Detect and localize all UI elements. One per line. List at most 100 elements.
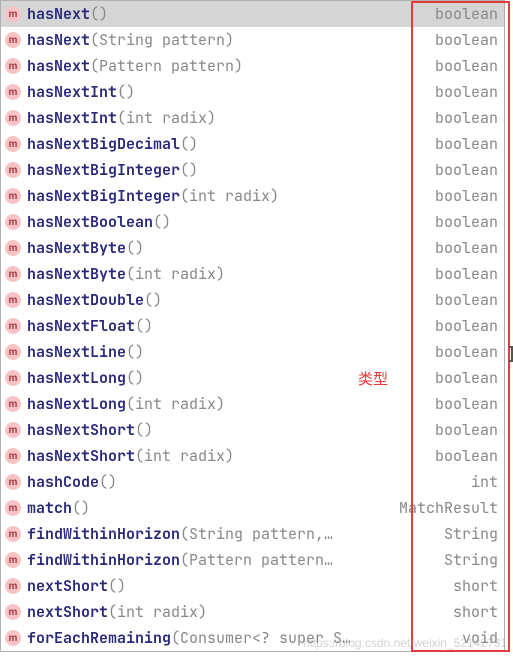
method-params: (int radix)	[180, 186, 279, 206]
method-params: ()	[135, 420, 153, 440]
method-params: ()	[135, 316, 153, 336]
method-params: ()	[144, 290, 162, 310]
method-params: ()	[90, 4, 108, 24]
completion-item[interactable]: m hasNextBoolean() boolean	[1, 209, 504, 235]
completion-item[interactable]: m nextShort(int radix) short	[1, 599, 504, 625]
method-name: hasNextShort	[27, 420, 135, 440]
return-type: boolean	[427, 108, 498, 128]
completion-item[interactable]: mhasNextShort()boolean	[1, 417, 504, 443]
method-name: hasNextByte	[27, 238, 126, 258]
method-params: ()	[108, 576, 126, 596]
method-params: ()	[117, 82, 135, 102]
method-params: ()	[180, 160, 198, 180]
method-icon: m	[5, 84, 21, 100]
completion-item[interactable]: m hasNextBigInteger() boolean	[1, 157, 504, 183]
method-params: (String pattern,…	[180, 524, 333, 544]
return-type: String	[436, 524, 498, 544]
method-name: hasNext	[27, 30, 90, 50]
completion-item[interactable]: mforEachRemaining(Consumer<? super S…voi…	[1, 625, 504, 651]
method-params: (int radix)	[126, 394, 225, 414]
return-type: void	[454, 628, 498, 648]
method-icon: m	[5, 136, 21, 152]
completion-item[interactable]: mhasNext(Pattern pattern)boolean	[1, 53, 504, 79]
method-name: hasNextBoolean	[27, 212, 153, 232]
completion-item[interactable]: m hasNextShort(int radix) boolean	[1, 443, 504, 469]
completion-item[interactable]: mhasNextByte(int radix)boolean	[1, 261, 504, 287]
method-params: (int radix)	[117, 108, 216, 128]
method-icon: m	[5, 630, 21, 646]
method-params: (int radix)	[135, 446, 234, 466]
method-params: (Pattern pattern…	[180, 550, 333, 570]
return-type: boolean	[427, 4, 498, 24]
method-params: ()	[153, 212, 171, 232]
method-params: (Pattern pattern)	[90, 56, 243, 76]
method-name: hasNextLong	[27, 394, 126, 414]
method-icon: m	[5, 240, 21, 256]
completion-item[interactable]: m findWithinHorizon(String pattern,… Strin…	[1, 521, 504, 547]
method-params: (int radix)	[126, 264, 225, 284]
method-icon: m	[5, 162, 21, 178]
return-type: String	[436, 550, 498, 570]
method-icon: m	[5, 6, 21, 22]
return-type: boolean	[427, 446, 498, 466]
return-type: boolean	[427, 160, 498, 180]
completion-item[interactable]: m findWithinHorizon(Pattern pattern… Strin…	[1, 547, 504, 573]
method-icon: m	[5, 344, 21, 360]
completion-item[interactable]: mnextShort()short	[1, 573, 504, 599]
method-params: ()	[126, 238, 144, 258]
return-type: MatchResult	[391, 498, 498, 518]
method-icon: m	[5, 396, 21, 412]
completion-item[interactable]: mhasNextDouble()boolean	[1, 287, 504, 313]
return-type: boolean	[427, 316, 498, 336]
completion-item[interactable]: mhasNext(String pattern)boolean	[1, 27, 504, 53]
method-params: ()	[99, 472, 117, 492]
method-name: hasNextShort	[27, 446, 135, 466]
method-icon: m	[5, 318, 21, 334]
method-name: hasNextBigInteger	[27, 160, 180, 180]
completion-item[interactable]: mhasNextBigDecimal()boolean	[1, 131, 504, 157]
return-type: short	[445, 602, 498, 622]
method-name: hasNextLong	[27, 368, 126, 388]
method-name: findWithinHorizon	[27, 524, 180, 544]
completion-item[interactable]: mhashCode()int	[1, 469, 504, 495]
return-type: boolean	[427, 56, 498, 76]
return-type: int	[463, 472, 498, 492]
completion-item[interactable]: mhasNextInt()boolean	[1, 79, 504, 105]
completion-item[interactable]: mhasNextLine()boolean	[1, 339, 504, 365]
method-name: findWithinHorizon	[27, 550, 180, 570]
method-icon: m	[5, 448, 21, 464]
method-icon: m	[5, 604, 21, 620]
completion-item[interactable]: m hasNextFloat() boolean	[1, 313, 504, 339]
method-icon: m	[5, 552, 21, 568]
return-type: boolean	[427, 212, 498, 232]
return-type: boolean	[427, 238, 498, 258]
method-icon: m	[5, 500, 21, 516]
method-name: hasNextLine	[27, 342, 126, 362]
method-params: ()	[126, 368, 144, 388]
completion-item[interactable]: m hasNextByte() boolean	[1, 235, 504, 261]
method-name: hasNextDouble	[27, 290, 144, 310]
method-name: hasNextBigInteger	[27, 186, 180, 206]
method-name: forEachRemaining	[27, 628, 171, 648]
completion-item[interactable]: mhasNextLong()boolean	[1, 365, 504, 391]
completion-item[interactable]: mhasNextInt(int radix)boolean	[1, 105, 504, 131]
method-icon: m	[5, 474, 21, 490]
method-name: hasNextFloat	[27, 316, 135, 336]
completion-item[interactable]: m hasNextBigInteger(int radix) boolean	[1, 183, 504, 209]
completion-item[interactable]: mhasNext()boolean	[1, 1, 504, 27]
return-type: boolean	[427, 186, 498, 206]
method-params: ()	[180, 134, 198, 154]
method-params: (int radix)	[108, 602, 207, 622]
method-icon: m	[5, 214, 21, 230]
method-icon: m	[5, 526, 21, 542]
method-name: hasNext	[27, 56, 90, 76]
method-icon: m	[5, 110, 21, 126]
method-name: nextShort	[27, 602, 108, 622]
code-completion-popup: mhasNext()booleanmhasNext(String pattern…	[0, 0, 505, 652]
completion-item[interactable]: mhasNextLong(int radix)boolean	[1, 391, 504, 417]
method-params: (String pattern)	[90, 30, 234, 50]
completion-item[interactable]: mmatch()MatchResult	[1, 495, 504, 521]
method-name: match	[27, 498, 72, 518]
method-icon: m	[5, 188, 21, 204]
method-icon: m	[5, 292, 21, 308]
